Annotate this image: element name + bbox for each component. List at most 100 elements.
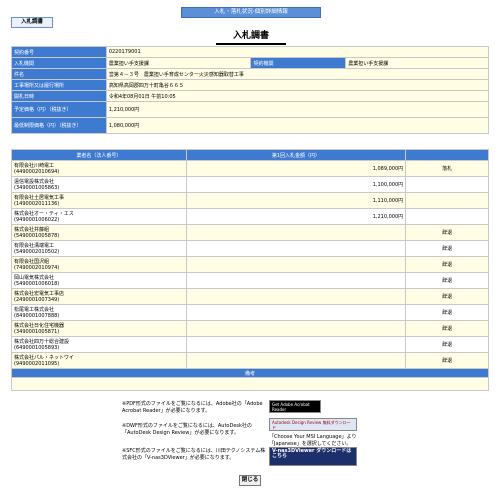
tab-bid-report[interactable]: 入札調書 <box>11 17 53 28</box>
contract-no-value: 0220179001 <box>105 46 490 58</box>
design-review-language-tip: 「Choose Your MSI Language」より「Japanese」を選… <box>269 434 357 447</box>
contract-info-table: 契約番号 0220179001 入札機関 農業担い手支援課 契約機関 農業担い手… <box>11 46 490 134</box>
bidder-corp-number: (3490001005863) <box>14 185 60 191</box>
bidder-name: 有限会社土居電気工事 <box>14 195 65 201</box>
bidder-name: 株式会社日化住宅機器 <box>14 323 65 329</box>
bid-amount <box>185 320 407 337</box>
bid-amount <box>185 352 407 369</box>
bidder-name: 有限会社川崎電工 <box>14 163 55 169</box>
remarks-value <box>11 378 489 391</box>
bidder-name: 有限会社溝端電工 <box>14 243 55 249</box>
bidder-name-cell: 有限会社溝端電工 (5490002010502) <box>11 240 187 257</box>
bid-col-name: 業者名（法人番号） <box>11 149 187 161</box>
bidder-corp-number: (4490002010694) <box>14 169 60 175</box>
bid-result: 辞退 <box>405 304 489 321</box>
bid-amount <box>185 272 407 289</box>
page-title: 入札調書 <box>216 30 286 45</box>
bidder-name: 松尾電工株式会社 <box>14 307 55 313</box>
min-price-value: 1,080,000円 <box>105 117 490 134</box>
date-value: 令和4年08月01日 午前10:05 <box>105 90 490 102</box>
dept-value: 農業担い手支援課 <box>105 57 252 69</box>
place-label: 工事場所又は履行場所 <box>11 79 107 91</box>
bid-result <box>405 176 489 193</box>
place-value: 高知県高岡郡四万十町亀谷６６５ <box>105 79 490 91</box>
sfc-note: ※SFC形式のファイルをご覧になるには、川田テクノシステム株式会社の「V-nas… <box>122 448 266 461</box>
bid-amount <box>185 224 407 241</box>
bid-result <box>405 208 489 225</box>
bid-result: 辞退 <box>405 336 489 353</box>
dwf-note: ※DWF形式のファイルをご覧になるには、AutoDesk社の「AutoDesk … <box>122 423 252 436</box>
remarks-label: 備考 <box>11 368 489 378</box>
bid-result: 辞退 <box>405 272 489 289</box>
budget-label: 予定価格（円）（税抜き） <box>11 101 107 118</box>
bidder-corp-number: (6490001005893) <box>14 345 60 351</box>
contract-dept-label: 契約機関 <box>250 57 347 69</box>
bidder-corp-number: (9490001006022) <box>14 217 60 223</box>
bid-amount <box>185 304 407 321</box>
bid-result <box>405 192 489 209</box>
bid-amount <box>185 336 407 353</box>
bidder-name-cell: 株式会社パル・ネットワイ (9490002011095) <box>11 352 187 369</box>
bid-row: 有限会社川崎電工 (4490002010694) 1,089,000円 落札 <box>11 160 489 177</box>
bidder-corp-number: (5490002010502) <box>14 249 60 255</box>
bid-result: 辞退 <box>405 352 489 369</box>
bid-amount <box>185 240 407 257</box>
bidder-corp-number: (9490002011095) <box>14 361 60 367</box>
bidder-corp-number: (1490002011136) <box>14 201 60 207</box>
budget-value: 1,210,000円 <box>105 101 490 118</box>
bidder-name: 岡山電気株式会社 <box>14 275 55 281</box>
item-value: 営第４－３号 農業担い手育成センター火災感知器取替工事 <box>105 68 490 80</box>
bid-row: 有限会社溝端電工 (5490002010502) 辞退 <box>11 240 489 257</box>
bid-row: 有限会社国沢組 (7490002010974) 辞退 <box>11 256 489 273</box>
bid-amount: 1,089,000円 <box>185 160 407 177</box>
bid-amount: 1,110,000円 <box>185 192 407 209</box>
v-nas3dviewer-download-link[interactable]: V-nas3DViewer ダウンロードはこちら <box>269 447 357 466</box>
bidder-name-cell: 株式会社四万十総合建設 (6490001005893) <box>11 336 187 353</box>
bidder-name-cell: 岡山電気株式会社 (5490001006018) <box>11 272 187 289</box>
contract-no-label: 契約番号 <box>11 46 107 58</box>
bidder-name: 遠信電設株式会社 <box>14 179 55 185</box>
close-button[interactable]: 閉じる <box>239 475 261 486</box>
bidder-name-cell: 遠信電設株式会社 (3490001005863) <box>11 176 187 193</box>
bidder-corp-number: (8490001007888) <box>14 313 60 319</box>
bidder-name: 株式会社パル・ネットワイ <box>14 355 75 361</box>
design-review-download-link[interactable]: Autodesk Design Review 無料ダウンロード <box>269 418 357 431</box>
bid-row: 有限会社土居電気工事 (1490002011136) 1,110,000円 <box>11 192 489 209</box>
bid-row: 松尾電工株式会社 (8490001007888) 辞退 <box>11 304 489 321</box>
bidder-corp-number: (3490001005871) <box>14 329 60 335</box>
bidder-name: 株式会社オー・ティ・エス <box>14 211 74 217</box>
bid-result: 辞退 <box>405 224 489 241</box>
bidder-name: 株式会社宏電気工事店 <box>14 291 65 297</box>
bid-result: 辞退 <box>405 320 489 337</box>
dept-label: 入札機関 <box>11 57 107 69</box>
bidder-name-cell: 株式会社日化住宅機器 (3490001005871) <box>11 320 187 337</box>
bidder-corp-number: (5490001005878) <box>14 233 60 239</box>
remarks-section: 備考 <box>11 368 489 391</box>
bidder-name-cell: 株式会社宏電気工事店 (2490001007349) <box>11 288 187 305</box>
bid-row: 株式会社四万十総合建設 (6490001005893) 辞退 <box>11 336 489 353</box>
bid-result: 辞退 <box>405 288 489 305</box>
bid-col-result <box>405 149 489 161</box>
bid-result: 辞退 <box>405 240 489 257</box>
bidder-corp-number: (7490002010974) <box>14 265 60 271</box>
bid-result: 落札 <box>405 160 489 177</box>
bidder-name-cell: 株式会社井藤組 (5490001005878) <box>11 224 187 241</box>
bid-result: 辞退 <box>405 256 489 273</box>
bidder-corp-number: (2490001007349) <box>14 297 60 303</box>
bid-row: 岡山電気株式会社 (5490001006018) 辞退 <box>11 272 489 289</box>
bidder-name: 有限会社国沢組 <box>14 259 50 265</box>
item-label: 件名 <box>11 68 107 80</box>
bid-amount: 1,210,000円 <box>185 208 407 225</box>
bidder-name-cell: 有限会社国沢組 (7490002010974) <box>11 256 187 273</box>
bidder-name-cell: 松尾電工株式会社 (8490001007888) <box>11 304 187 321</box>
bid-row: 株式会社オー・ティ・エス (9490001006022) 1,210,000円 <box>11 208 489 225</box>
bid-amount <box>185 288 407 305</box>
pdf-note: ※PDF形式のファイルをご覧になるには、Adobe社の「Adobe Acroba… <box>122 401 263 414</box>
bid-row: 株式会社井藤組 (5490001005878) 辞退 <box>11 224 489 241</box>
bidder-name-cell: 有限会社土居電気工事 (1490002011136) <box>11 192 187 209</box>
bid-amount: 1,100,000円 <box>185 176 407 193</box>
bid-col-amount: 第1回入札金額（円） <box>185 149 407 161</box>
bidder-name-cell: 株式会社オー・ティ・エス (9490001006022) <box>11 208 187 225</box>
bidder-name: 株式会社四万十総合建設 <box>14 339 70 345</box>
acrobat-reader-download-link[interactable]: Get Adobe Acrobat Reader <box>269 400 321 413</box>
